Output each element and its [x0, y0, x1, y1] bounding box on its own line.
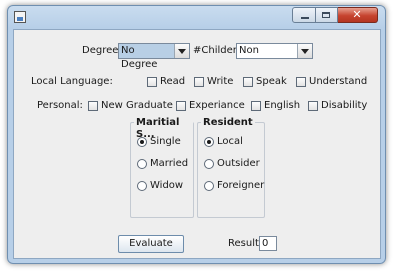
java-app-icon [14, 11, 26, 23]
disability-checkbox[interactable] [308, 101, 318, 111]
married-label: Married [150, 158, 189, 169]
degree-combo[interactable]: No Degree [118, 43, 190, 70]
childer-value: Non [239, 45, 259, 56]
local-radio[interactable] [204, 137, 214, 147]
chevron-down-icon[interactable] [297, 44, 312, 58]
chevron-down-icon[interactable] [174, 44, 189, 58]
local-language-label: Local Language: [31, 76, 113, 87]
experiance-label: Experiance [189, 100, 245, 111]
read-label: Read [160, 76, 186, 87]
disability-label: Disability [321, 100, 368, 111]
foreigner-radio[interactable] [204, 181, 214, 191]
new-graduate-checkbox[interactable] [88, 101, 98, 111]
childer-combo[interactable]: Non [236, 43, 313, 59]
write-label: Write [207, 76, 234, 87]
result-label: Result [228, 238, 259, 249]
local-label: Local [217, 136, 243, 147]
minimize-button[interactable] [292, 7, 316, 23]
english-checkbox[interactable] [251, 101, 261, 111]
window-controls: ✕ [292, 7, 378, 23]
app-window: ✕ Degree No Degree #Childer Non Local La… [7, 5, 386, 264]
widow-radio[interactable] [137, 181, 147, 191]
single-label: Single [150, 136, 181, 147]
foreigner-label: Foreigner [217, 180, 265, 191]
outsider-label: Outsider [217, 158, 260, 169]
form-panel: Degree No Degree #Childer Non Local Lang… [13, 29, 381, 259]
result-field[interactable]: 0 [259, 236, 277, 251]
childer-label: #Childer [193, 45, 237, 56]
outsider-radio[interactable] [204, 159, 214, 169]
title-bar[interactable]: ✕ [8, 6, 385, 28]
experiance-checkbox[interactable] [176, 101, 186, 111]
english-label: English [264, 100, 301, 111]
maximize-button[interactable] [316, 7, 338, 23]
single-radio[interactable] [137, 137, 147, 147]
married-radio[interactable] [137, 159, 147, 169]
read-checkbox[interactable] [147, 77, 157, 87]
speak-label: Speak [256, 76, 287, 87]
evaluate-button[interactable]: Evaluate [118, 235, 184, 253]
close-icon: ✕ [352, 8, 362, 21]
resident-title: Resident [201, 117, 255, 129]
understand-checkbox[interactable] [296, 77, 306, 87]
speak-checkbox[interactable] [243, 77, 253, 87]
widow-label: Widow [150, 180, 184, 191]
new-graduate-label: New Graduate [101, 100, 173, 111]
degree-label: Degree [82, 45, 119, 56]
marital-status-group: Maritial S... Single Married Widow [130, 117, 194, 218]
degree-value: No Degree [119, 44, 174, 70]
understand-label: Understand [309, 76, 368, 87]
write-checkbox[interactable] [194, 77, 204, 87]
resident-group: Resident Local Outsider Foreigner [197, 117, 265, 218]
close-button[interactable]: ✕ [338, 7, 378, 23]
personal-label: Personal: [37, 100, 83, 111]
